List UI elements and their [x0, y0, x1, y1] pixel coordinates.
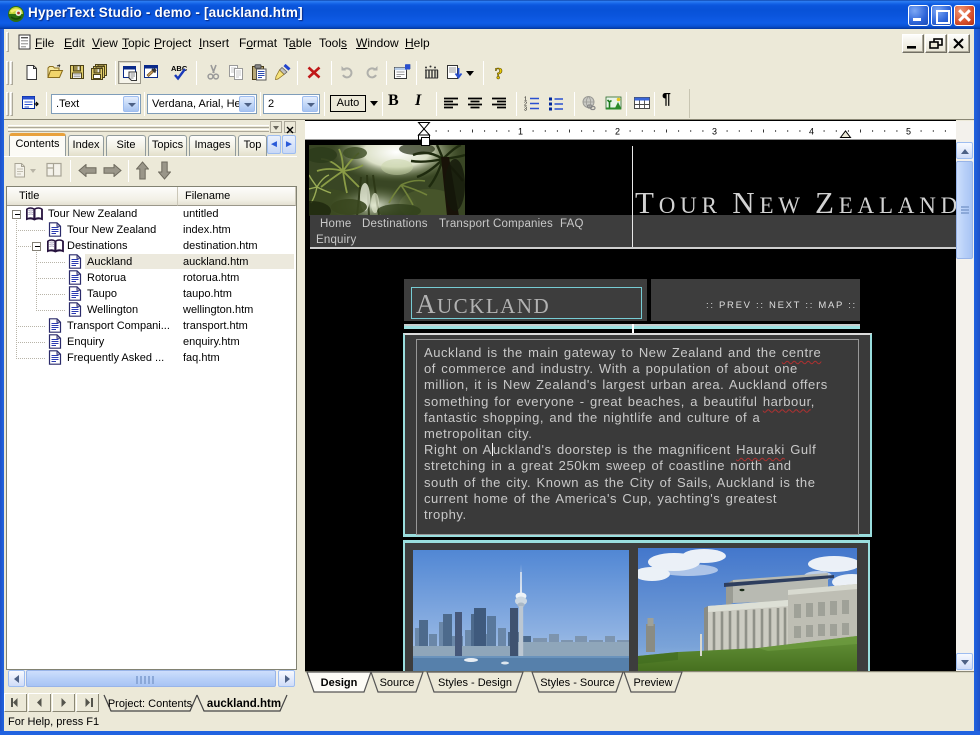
svg-text:4: 4 — [809, 127, 814, 137]
svg-text:3: 3 — [524, 107, 527, 113]
svg-text:2: 2 — [615, 127, 620, 137]
svg-text:1: 1 — [518, 127, 523, 137]
svg-text:Design: Design — [321, 677, 358, 689]
svg-text:Styles - Source: Styles - Source — [540, 677, 615, 689]
svg-text:Styles - Design: Styles - Design — [438, 677, 512, 689]
svg-text:Source: Source — [380, 677, 415, 689]
svg-text:Project: Contents: Project: Contents — [108, 698, 193, 710]
svg-text:5: 5 — [906, 127, 911, 137]
svg-text:Preview: Preview — [633, 677, 672, 689]
svg-text:ABC: ABC — [171, 64, 188, 73]
svg-text:?: ? — [495, 64, 504, 82]
svg-text:3: 3 — [712, 127, 717, 137]
svg-text:auckland.htm: auckland.htm — [207, 698, 281, 710]
